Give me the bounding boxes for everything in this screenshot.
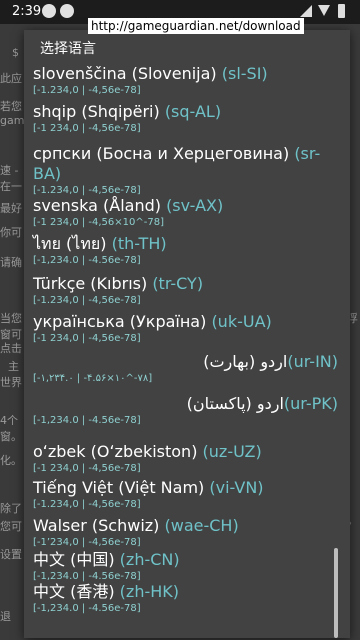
background-text: 窗。 <box>0 430 22 443</box>
language-name: Türkçe (Kıbrıs) (tr-CY) <box>33 274 338 294</box>
language-name: Walser (Schwiz) (wae-CH) <box>33 516 338 536</box>
number-format-example: [-1,234.0 | -4.56e-78] <box>33 603 141 614</box>
language-item[interactable]: shqip (Shqipëri) (sq-AL) [-1 234,0 | -4,5… <box>33 102 338 135</box>
background-text: 最好 <box>0 202 22 215</box>
notification-icon <box>42 4 56 18</box>
download-url-banner: http://gameguardian.net/download <box>88 18 304 34</box>
language-name: shqip (Shqipëri) (sq-AL) <box>33 102 338 122</box>
language-code: (uz-UZ) <box>202 442 262 461</box>
language-name: 中文 (中国) (zh-CN) <box>33 550 338 570</box>
language-list[interactable]: slovenščina (Slovenija) (sl-SI) [-1.234,0… <box>24 64 350 638</box>
language-item[interactable]: svenska (Åland) (sv-AX) [-1 234,0 | -4,56… <box>33 196 338 229</box>
language-item[interactable]: 中文 (中国) (zh-CN) [-1,234.0 | -4.56e-78] <box>33 550 338 583</box>
language-label: اردو (بھارت) <box>203 352 288 371</box>
language-label: oʻzbek (Oʻzbekiston) <box>33 442 203 461</box>
background-text: 化。 <box>0 454 22 467</box>
language-dialog: 选择语言 slovenščina (Slovenija) (sl-SI) [-1.… <box>24 30 350 638</box>
dialog-title: 选择语言 <box>40 41 96 57</box>
language-code: (wae-CH) <box>164 516 239 535</box>
language-name: oʻzbek (Oʻzbekiston) (uz-UZ) <box>33 442 338 462</box>
background-text: 若您 <box>0 100 22 113</box>
background-text: gam <box>0 114 25 127</box>
language-code: (vi-VN) <box>209 478 264 497</box>
language-name: 中文 (香港) (zh-HK) <box>33 582 338 602</box>
background-text: 请确 <box>0 256 22 269</box>
background-text: 速 - <box>0 164 19 177</box>
background-text: 世界 <box>0 376 22 389</box>
language-code: (sq-AL) <box>164 102 222 121</box>
language-label: ไทย (ไทย) <box>33 234 112 253</box>
scrollbar[interactable] <box>334 548 338 638</box>
language-item[interactable]: slovenščina (Slovenija) (sl-SI) [-1.234,0… <box>33 64 338 97</box>
number-format-example: [-1.234,0 | -4,56e-78] <box>33 499 141 510</box>
language-item[interactable]: Walser (Schwiz) (wae-CH) [-1’234,0 | -4,5… <box>33 516 338 549</box>
language-code: (ur-IN) <box>287 352 338 371</box>
language-name: slovenščina (Slovenija) (sl-SI) <box>33 64 338 84</box>
language-code: (sl-SI) <box>221 64 268 83</box>
language-label: shqip (Shqipëri) <box>33 102 165 121</box>
language-label: српски (Босна и Херцеговина) <box>33 144 295 163</box>
background-text: 主 <box>8 360 19 373</box>
number-format-example: [-1 234,0 | -4,56e-78] <box>33 333 141 344</box>
number-format-example: [-1.234,0 | -4,56e-78] <box>33 295 141 306</box>
language-name: српски (Босна и Херцеговина) (sr-BA) <box>33 144 323 184</box>
language-code: (ur-PK) <box>283 394 338 413</box>
language-code: (sv-AX) <box>166 196 224 215</box>
language-label: Walser (Schwiz) <box>33 516 165 535</box>
background-text: $ <box>12 46 19 59</box>
language-name: (ur-IN)اردو (بھارت) <box>33 352 338 372</box>
language-label: Tiếng Việt (Việt Nam) <box>33 478 210 497</box>
number-format-example: [-1 234,0 | -4,56e-78] <box>33 123 141 134</box>
language-item[interactable]: українська (Україна) (uk-UA) [-1 234,0 | … <box>33 312 338 345</box>
number-format-example: [-1,234.0 | -4.56e-78] <box>33 255 141 266</box>
language-item[interactable]: (ur-PK)اردو (پاکستان) [-1,234.0 | -4.56e… <box>33 394 338 427</box>
wifi-icon <box>318 5 330 16</box>
language-label: slovenščina (Slovenija) <box>33 64 222 83</box>
number-format-example: [-1,234.0 | -4.56e-78] <box>33 415 141 426</box>
background-text: 你可 <box>0 226 22 239</box>
background-text: 您可 <box>0 520 22 533</box>
language-label: اردو (پاکستان) <box>186 394 284 413</box>
battery-icon <box>338 4 345 18</box>
background-text: 点击 <box>0 342 22 355</box>
number-format-example: [-1 234,0 | -4,56e-78] <box>33 463 141 474</box>
language-item[interactable]: (ur-IN)اردو (بھارت) [-۱,۲۳۴.۰ | -۴.۵۶×۱۰… <box>33 352 338 385</box>
language-label: 中文 (中国) <box>33 550 120 569</box>
language-code: (uk-UA) <box>211 312 272 331</box>
language-item[interactable]: Tiếng Việt (Việt Nam) (vi-VN) [-1.234,0 |… <box>33 478 338 511</box>
number-format-example: [-1.234,0 | -4,56e-78] <box>33 85 141 96</box>
background-text: 设置 <box>0 548 22 561</box>
language-label: 中文 (香港) <box>33 582 120 601</box>
background-text: 退 <box>0 610 11 623</box>
background-text: 除了 <box>0 502 22 515</box>
status-time: 2:39 <box>12 4 42 19</box>
language-name: svenska (Åland) (sv-AX) <box>33 196 338 216</box>
language-name: (ur-PK)اردو (پاکستان) <box>33 394 338 414</box>
language-label: svenska (Åland) <box>33 196 167 215</box>
language-code: (tr-CY) <box>152 274 204 293</box>
language-item[interactable]: ไทย (ไทย) (th-TH) [-1,234.0 | -4.56e-78] <box>33 234 338 267</box>
background-text: 当您 <box>0 312 22 325</box>
signal-icon <box>300 5 312 17</box>
notification-icon <box>60 4 74 18</box>
language-item[interactable]: Türkçe (Kıbrıs) (tr-CY) [-1.234,0 | -4,56… <box>33 274 338 307</box>
number-format-example: [-1’234,0 | -4,56e-78] <box>33 537 141 548</box>
language-name: Tiếng Việt (Việt Nam) (vi-VN) <box>33 478 338 498</box>
language-name: ไทย (ไทย) (th-TH) <box>33 234 338 254</box>
language-label: українська (Україна) <box>33 312 212 331</box>
language-item[interactable]: 中文 (香港) (zh-HK) [-1,234.0 | -4.56e-78] <box>33 582 338 615</box>
language-item[interactable]: српски (Босна и Херцеговина) (sr-BA) [-1.… <box>33 144 338 197</box>
number-format-example: [-۱,۲۳۴.۰ | -۴.۵۶×۱۰^-۷۸] <box>33 373 153 384</box>
background-text: 此应 <box>0 72 22 85</box>
language-name: українська (Україна) (uk-UA) <box>33 312 338 332</box>
background-text: 4个 <box>0 414 18 427</box>
background-text: 在一 <box>0 180 22 193</box>
language-label: Türkçe (Kıbrıs) <box>33 274 153 293</box>
language-code: (zh-CN) <box>119 550 180 569</box>
language-code: (th-TH) <box>111 234 167 253</box>
language-item[interactable]: oʻzbek (Oʻzbekiston) (uz-UZ) [-1 234,0 | … <box>33 442 338 475</box>
language-code: (zh-HK) <box>119 582 179 601</box>
number-format-example: [-1 234,0 | -4,56×10^-78] <box>33 217 164 228</box>
